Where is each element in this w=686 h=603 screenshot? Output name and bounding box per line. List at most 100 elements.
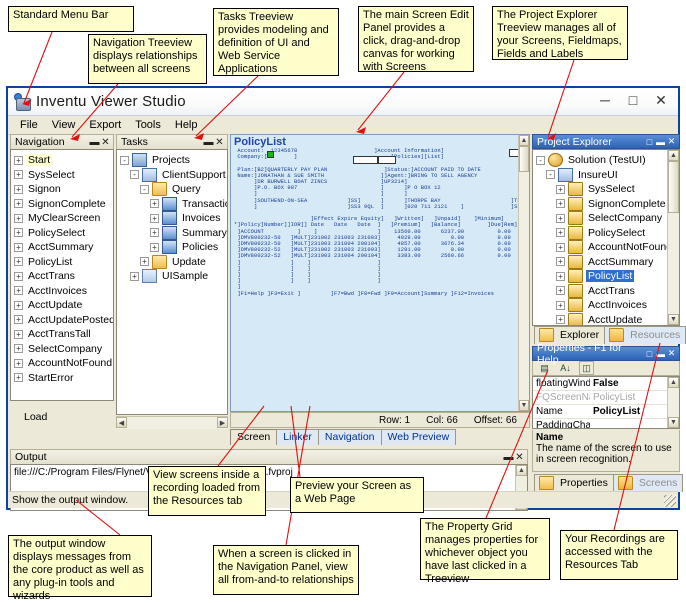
scroll-left-icon[interactable]: ◀ [116,417,127,428]
expander-icon[interactable]: + [14,344,23,354]
scroll-right-icon[interactable]: ▶ [217,417,228,428]
expander-icon[interactable]: + [14,170,23,180]
tasks-item-clientsupport[interactable]: - ClientSupport [120,167,227,183]
menu-item-tools[interactable]: Tools [128,118,168,132]
tasks-item-invoices[interactable]: + Invoices [120,211,227,226]
expander-icon[interactable]: + [14,271,23,281]
navigation-item-policyselect[interactable]: + PolicySelect [14,226,113,241]
navigation-item-myclearscreen[interactable]: + MyClearScreen [14,211,113,226]
project-explorer-treeview[interactable]: ▲ ▼ - Solution (TestUI) - InsureUI + SysSelec… [532,149,680,326]
load-button[interactable]: Load [24,411,47,423]
tab-screen[interactable]: Screen [230,429,278,445]
pin-icon[interactable]: ▬ [89,137,100,148]
project-explorer-item-policylist[interactable]: + PolicyList [536,269,679,284]
project-explorer-item-policyselect[interactable]: + PolicySelect [536,225,679,241]
expander-icon[interactable]: - [120,155,129,165]
close-button[interactable]: ✕ [648,90,674,110]
scroll-up-icon[interactable]: ▲ [668,377,679,388]
project-explorer-item-acctupdate[interactable]: + AcctUpdate [536,312,679,325]
project-explorer-item-signoncomplete[interactable]: + SignonComplete [536,196,679,212]
navigation-item-acctupdateposted[interactable]: + AcctUpdatePosted [14,313,113,328]
navigation-item-accttrans[interactable]: + AcctTrans [14,269,113,284]
navigation-item-start[interactable]: + Start [14,153,113,168]
scroll-down-icon[interactable]: ▼ [519,400,529,411]
tasks-item-transactions[interactable]: + Transactions [120,196,227,212]
expander-icon[interactable]: + [130,271,139,281]
expander-icon[interactable]: + [14,373,23,383]
expander-icon[interactable]: + [150,228,159,238]
pin-icon[interactable]: ▬ [655,349,666,359]
property-row[interactable]: PaddingChar [533,419,668,428]
expander-icon[interactable]: + [556,315,565,325]
project-explorer-item-sysselect[interactable]: + SysSelect [536,182,679,197]
navigation-item-selectcompany[interactable]: + SelectCompany [14,342,113,357]
expander-icon[interactable]: - [130,170,139,180]
resize-grip-icon[interactable] [664,495,676,507]
scroll-up-icon[interactable]: ▲ [668,150,679,161]
scroll-down-icon[interactable]: ▼ [668,314,679,325]
maximize-button[interactable]: □ [620,90,646,110]
navigation-item-accountnotfound[interactable]: + AccountNotFound [14,356,113,371]
project-explorer-item-insureui[interactable]: - InsureUI [536,167,679,183]
expander-icon[interactable]: + [150,242,159,252]
minimize-button[interactable]: ─ [592,90,618,110]
screen-canvas[interactable]: PolicyList Account: 12345678 ]Account In… [230,134,530,412]
expander-icon[interactable]: + [556,242,565,252]
tasks-item-update[interactable]: + Update [120,254,227,270]
expander-icon[interactable]: + [556,271,565,281]
pin-icon[interactable]: ▬ [503,452,514,463]
tasks-item-query[interactable]: - Query [120,182,227,197]
tasks-item-summary[interactable]: + Summary [120,225,227,241]
tasks-item-policies[interactable]: + Policies [120,240,227,255]
navigation-item-starterror[interactable]: + StartError [14,371,113,386]
expander-icon[interactable]: + [150,213,159,223]
navigation-item-acctsummary[interactable]: + AcctSummary [14,240,113,255]
expander-icon[interactable]: + [14,199,23,209]
project-explorer-item-selectcompany[interactable]: + SelectCompany [536,211,679,226]
expander-icon[interactable]: + [556,257,565,267]
property-grid-vscrollbar[interactable]: ▲ ▼ [667,377,679,428]
property-row[interactable]: FQScreenNamePolicyList [533,391,668,405]
navigation-item-acctinvoices[interactable]: + AcctInvoices [14,284,113,299]
expander-icon[interactable]: + [140,257,149,267]
tasks-item-uisample[interactable]: + UISample [120,269,227,284]
expander-icon[interactable]: + [14,358,23,368]
expander-icon[interactable]: - [536,155,545,165]
navigation-item-acctupdate[interactable]: + AcctUpdate [14,298,113,313]
expander-icon[interactable]: + [14,329,23,339]
navigation-item-signoncomplete[interactable]: + SignonComplete [14,197,113,212]
expander-icon[interactable]: + [14,257,23,267]
expander-icon[interactable]: - [546,170,555,180]
menu-item-help[interactable]: Help [168,118,205,132]
expander-icon[interactable]: + [556,286,565,296]
expander-icon[interactable]: + [556,300,565,310]
scroll-down-icon[interactable]: ▼ [668,417,679,428]
tasks-treeview[interactable]: - Projects - ClientSupport - Query + Transactio… [116,149,228,415]
expander-icon[interactable]: + [14,286,23,296]
close-icon[interactable]: ✕ [514,452,525,463]
categorized-icon[interactable]: ▤ [537,361,552,375]
property-row[interactable]: Name PolicyList [533,405,668,419]
expander-icon[interactable]: + [14,213,23,223]
expander-icon[interactable]: + [14,228,23,238]
pin-icon[interactable]: ▬ [655,137,666,147]
project-explorer-item-acctsummary[interactable]: + AcctSummary [536,254,679,270]
close-icon[interactable]: ✕ [214,137,225,148]
project-explorer-item-accttrans[interactable]: + AcctTrans [536,283,679,299]
close-icon[interactable]: ✕ [666,348,677,359]
close-icon[interactable]: ✕ [100,137,111,148]
expander-icon[interactable]: + [14,315,23,325]
close-icon[interactable]: ✕ [666,136,677,147]
expander-icon[interactable]: + [556,184,565,194]
property-value[interactable]: PolicyList [590,406,668,417]
alphabetical-icon[interactable]: A↓ [558,361,573,375]
navigation-item-policylist[interactable]: + PolicyList [14,255,113,270]
scroll-up-icon[interactable]: ▲ [519,135,529,146]
expander-icon[interactable]: + [14,300,23,310]
scroll-thumb[interactable] [668,161,679,213]
pin-icon[interactable]: ▬ [203,137,214,148]
float-icon[interactable]: □ [644,349,655,359]
menu-item-file[interactable]: File [13,118,45,132]
expander-icon[interactable]: + [14,184,23,194]
property-value[interactable]: False [590,378,668,389]
